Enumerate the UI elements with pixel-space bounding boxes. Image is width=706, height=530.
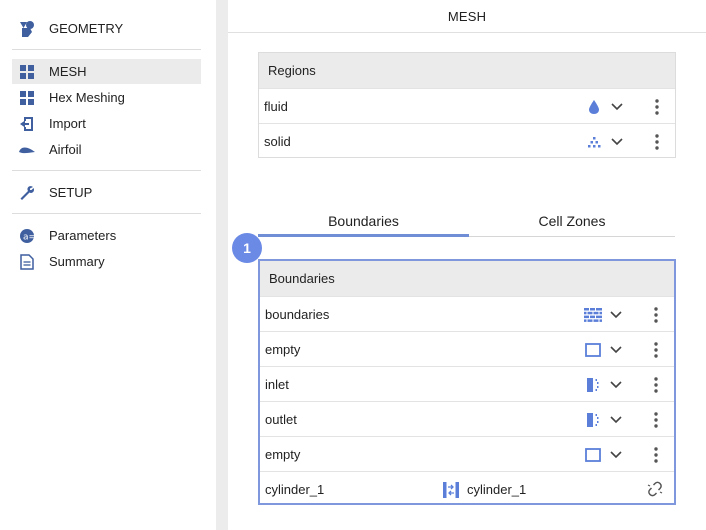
table-row[interactable]: empty [260,331,674,366]
more-options-icon[interactable] [650,410,662,430]
import-icon [18,115,36,133]
sidebar-item-label: GEOMETRY [49,21,124,36]
grid-icon [18,63,36,81]
interface-icon [441,480,461,500]
sidebar-item-label: Airfoil [49,142,82,157]
step-badge: 1 [232,233,262,263]
more-options-icon[interactable] [650,305,662,325]
chevron-down-icon[interactable] [608,376,624,394]
more-options-icon[interactable] [650,375,662,395]
sidebar-item-label: Summary [49,254,105,269]
sidebar-item-geometry[interactable]: GEOMETRY [12,16,201,41]
panel-divider [216,0,228,530]
chevron-down-icon[interactable] [608,341,624,359]
main-content: MESH Regions fluid solid Boundaries Cell… [228,0,706,530]
tab-bar: Boundaries Cell Zones [258,204,675,237]
inlet-icon [584,376,602,394]
region-name: solid [264,133,291,149]
shapes-icon [18,20,36,38]
sidebar-item-label: Hex Meshing [49,90,125,105]
more-options-icon[interactable] [651,97,663,117]
sidebar-item-hex-meshing[interactable]: Hex Meshing [12,85,201,110]
table-row[interactable]: solid [259,123,675,158]
outlet-icon [584,411,602,429]
table-row[interactable]: inlet [260,366,674,401]
chevron-down-icon[interactable] [608,306,624,324]
boundary-name: boundaries [265,306,330,322]
page-title: MESH [228,0,706,33]
brick-wall-icon [584,306,602,324]
boundary-name: empty [265,341,301,357]
regions-title: Regions [259,53,675,88]
unlink-icon[interactable] [646,480,664,498]
chevron-down-icon[interactable] [609,98,625,116]
boundaries-title: Boundaries [260,261,674,296]
boundaries-panel: Boundaries boundaries empty inlet outlet… [258,259,676,505]
interface-right-name: cylinder_1 [467,482,527,497]
sidebar: GEOMETRY MESH Hex Meshing Import Airfoil… [0,0,216,530]
boundary-name: outlet [265,411,297,427]
empty-square-icon [584,341,602,359]
region-name: fluid [264,98,288,114]
boundary-name: inlet [265,376,289,392]
tab-boundaries[interactable]: Boundaries [258,204,469,237]
svg-text:a=: a= [23,232,35,242]
wrench-icon [18,184,36,202]
document-icon [18,253,36,271]
sidebar-item-parameters[interactable]: a= Parameters [12,223,201,248]
dots-pyramid-icon [585,133,603,151]
table-row[interactable]: boundaries [260,296,674,331]
sidebar-item-label: SETUP [49,185,93,200]
more-options-icon[interactable] [650,445,662,465]
chevron-down-icon[interactable] [608,446,624,464]
table-row[interactable]: fluid [259,88,675,123]
regions-panel: Regions fluid solid [258,52,676,158]
interface-left-name: cylinder_1 [265,481,325,497]
sidebar-item-airfoil[interactable]: Airfoil [12,137,201,162]
sidebar-item-mesh[interactable]: MESH [12,59,201,84]
more-options-icon[interactable] [651,132,663,152]
droplet-icon [585,98,603,116]
sidebar-item-setup[interactable]: SETUP [12,180,201,205]
chevron-down-icon[interactable] [608,411,624,429]
table-row[interactable]: outlet [260,401,674,436]
interface-row[interactable]: cylinder_1 cylinder_1 [260,471,674,506]
parameters-icon: a= [18,227,36,245]
boundary-name: empty [265,446,301,462]
sidebar-item-label: MESH [49,64,87,79]
sidebar-item-summary[interactable]: Summary [12,249,201,274]
grid-icon [18,89,36,107]
airfoil-icon [18,141,36,159]
chevron-down-icon[interactable] [609,133,625,151]
empty-square-icon [584,446,602,464]
sidebar-item-import[interactable]: Import [12,111,201,136]
table-row[interactable]: empty [260,436,674,471]
sidebar-item-label: Import [49,116,86,131]
tab-cell-zones[interactable]: Cell Zones [469,204,675,237]
more-options-icon[interactable] [650,340,662,360]
sidebar-item-label: Parameters [49,228,117,243]
